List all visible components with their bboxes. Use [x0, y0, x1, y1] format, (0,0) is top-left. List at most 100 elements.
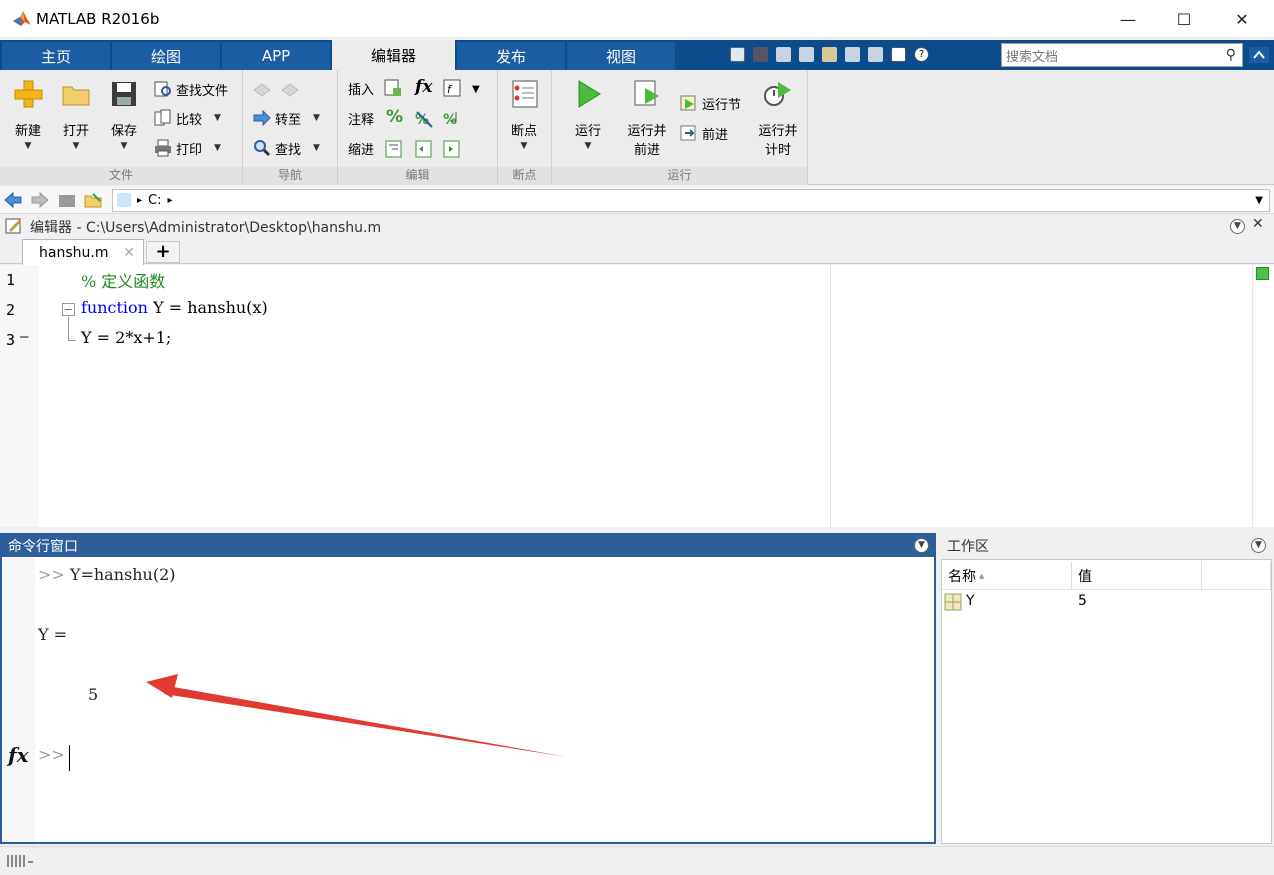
goto-button[interactable]: 转至 ▼ — [253, 107, 320, 129]
increase-indent-icon[interactable] — [442, 139, 462, 159]
tab-hanshu-m[interactable]: hanshu.m ✕ — [22, 239, 144, 265]
output-variable: Y = — [38, 625, 68, 644]
code-fold-icon[interactable] — [62, 303, 75, 316]
find-button[interactable]: 查找 ▼ — [253, 137, 320, 159]
chevron-down-icon: ▼ — [24, 141, 32, 151]
chevron-down-icon: ▼ — [214, 143, 221, 153]
path-drive[interactable]: C: — [148, 193, 161, 208]
save-icon[interactable] — [749, 43, 772, 65]
editor-close-icon[interactable]: ✕ — [1252, 216, 1264, 232]
breakpoint-dash[interactable]: — — [20, 329, 28, 345]
insert-function-button[interactable]: fx — [415, 76, 432, 98]
tab-view[interactable]: 视图 — [567, 42, 676, 70]
chevron-down-icon[interactable]: ▼ — [1255, 195, 1263, 206]
insert-fx-box-icon[interactable]: f — [442, 78, 462, 98]
uncomment-icon[interactable]: % — [414, 109, 434, 129]
prompt: >> — [38, 565, 65, 584]
fold-end — [68, 340, 76, 341]
run-and-time-button[interactable]: 运行并 计时 — [752, 78, 804, 158]
maximize-button[interactable]: ☐ — [1156, 0, 1212, 38]
line-number: 1 — [6, 271, 16, 289]
code-line-2-text: Y = hanshu(x) — [147, 298, 268, 317]
save-button[interactable]: 保存 ▼ — [98, 78, 150, 151]
prompt: >> — [38, 745, 65, 764]
insert-section-icon[interactable] — [383, 78, 403, 98]
chevron-down-icon: ▼ — [313, 143, 320, 153]
cut-icon[interactable] — [772, 43, 795, 65]
browse-folder-icon[interactable] — [84, 192, 102, 208]
command-window-actions-icon[interactable]: ▼ — [914, 538, 929, 553]
column-header-name[interactable]: 名称 ▲ — [942, 562, 1072, 590]
print-button[interactable]: 打印 ▼ — [154, 137, 221, 159]
matlab-logo-icon — [13, 11, 31, 26]
close-button[interactable]: ✕ — [1214, 0, 1270, 38]
back-arrow-icon[interactable] — [4, 192, 22, 208]
comment-percent-button[interactable]: % — [386, 106, 403, 128]
run-section-button[interactable]: 运行节 — [680, 92, 741, 114]
insert-dropdown-icon[interactable]: ▼ — [472, 78, 480, 100]
compare-button[interactable]: 比较 ▼ — [154, 107, 221, 129]
collapse-ribbon-icon[interactable] — [1248, 44, 1270, 66]
editor-header: 编辑器 - C:\Users\Administrator\Desktop\han… — [0, 215, 1274, 237]
help-icon[interactable]: ? — [910, 43, 933, 65]
switch-windows-icon[interactable] — [887, 43, 910, 65]
table-row[interactable]: Y 5 — [942, 590, 1271, 614]
column-header-value[interactable]: 值 — [1072, 562, 1202, 590]
editor-vertical-scrollbar[interactable] — [1252, 265, 1274, 527]
copy-icon[interactable] — [795, 43, 818, 65]
tab-home[interactable]: 主页 — [2, 42, 111, 70]
tab-apps[interactable]: APP — [222, 42, 331, 70]
advance-button[interactable]: 前进 — [680, 122, 728, 144]
new-tab-button[interactable]: + — [146, 241, 180, 263]
editor-actions-icon[interactable]: ▼ — [1230, 219, 1245, 234]
code-analyzer-ok-icon[interactable] — [1256, 267, 1269, 280]
annotation-arrow — [146, 674, 567, 757]
tab-plots[interactable]: 绘图 — [112, 42, 221, 70]
run-and-advance-button[interactable]: 运行并 前进 — [622, 78, 672, 158]
tab-editor[interactable]: 编辑器 — [332, 40, 456, 70]
title-bar: MATLAB R2016b — ☐ ✕ — [0, 0, 1274, 38]
decrease-indent-icon[interactable] — [414, 139, 434, 159]
shortcut-icon[interactable] — [726, 43, 749, 65]
file-group-label: 文件 — [108, 168, 133, 182]
search-documentation-input[interactable]: 搜索文档 ⚲ — [1001, 43, 1243, 67]
run-button[interactable]: 运行 ▼ — [562, 78, 614, 151]
tab-publish[interactable]: 发布 — [457, 42, 566, 70]
new-button[interactable]: 新建 ▼ — [2, 78, 54, 151]
compare-label: 比较 — [176, 112, 203, 128]
minimize-button[interactable]: — — [1100, 0, 1156, 38]
code-line-2: function Y = hanshu(x) — [81, 298, 268, 317]
command-window-gutter — [2, 557, 35, 842]
command-window[interactable]: >> Y=hanshu(2) Y = 5 fx >> — [0, 557, 936, 844]
run-section-icon — [680, 95, 696, 111]
search-icon[interactable]: ⚲ — [1226, 47, 1236, 63]
redo-icon[interactable] — [864, 43, 887, 65]
current-folder-bar: ▸ C: ▸ ▼ — [0, 187, 1274, 214]
back-bookmark-icon[interactable] — [252, 80, 272, 100]
wrap-comments-icon[interactable]: % — [442, 109, 462, 129]
open-label: 打开 — [62, 124, 89, 139]
edit-group-label: 编辑 — [405, 168, 430, 182]
workspace-title: 工作区 — [947, 539, 989, 555]
workspace-actions-icon[interactable]: ▼ — [1251, 538, 1266, 553]
smart-indent-icon[interactable] — [384, 139, 404, 159]
forward-bookmark-icon[interactable] — [280, 80, 300, 100]
find-files-button[interactable]: 查找文件 — [154, 78, 228, 100]
undo-icon[interactable] — [841, 43, 864, 65]
open-button[interactable]: 打开 ▼ — [50, 78, 102, 151]
forward-arrow-icon[interactable] — [31, 192, 49, 208]
up-folder-icon[interactable] — [58, 192, 76, 208]
breakpoints-button[interactable]: 断点 ▼ — [498, 78, 550, 151]
goto-arrow-icon — [253, 109, 271, 127]
run-group: 运行 ▼ 运行并 前进 运行节 前进 运行并 计时 运行 — [552, 70, 808, 185]
workspace-panel[interactable]: 名称 ▲ 值 Y 5 — [941, 559, 1272, 844]
compare-icon — [154, 109, 171, 126]
paste-icon[interactable] — [818, 43, 841, 65]
svg-text:%: % — [443, 112, 457, 128]
current-folder-path[interactable]: ▸ C: ▸ ▼ — [112, 189, 1270, 212]
close-tab-icon[interactable]: ✕ — [123, 245, 135, 261]
svg-text:%: % — [415, 112, 429, 128]
column-header-empty — [1202, 562, 1271, 590]
code-editor[interactable]: 1 2 3 — % 定义函数 function Y = hanshu(x) Y … — [0, 265, 1274, 527]
function-browser-fx-icon[interactable]: fx — [8, 743, 29, 767]
